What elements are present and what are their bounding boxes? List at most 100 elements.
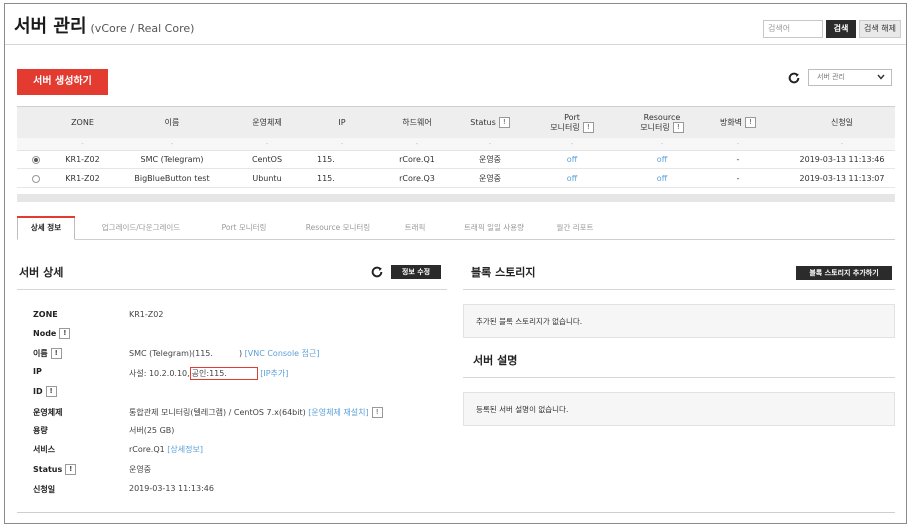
zone-label: ZONE [33,310,58,319]
ip-label: IP [33,367,42,376]
status-label: Status! [33,464,77,475]
help-icon[interactable]: ! [745,117,757,128]
os-reinstall-link[interactable]: [운영체제 재설치] [308,408,368,417]
help-icon[interactable]: ! [59,328,71,339]
clear-search-button[interactable]: 검색 해제 [859,20,901,38]
filter-cell[interactable]: - [387,138,447,150]
cell-resource-monitoring[interactable]: off [629,151,695,169]
col-resource-label: Resource [643,112,681,122]
tab-port-monitoring[interactable]: Port 모니터링 [209,217,279,239]
cell-ip: 115. [317,174,335,183]
table-scroll-band [17,194,895,202]
filter-cell[interactable]: - [713,138,763,150]
col-firewall[interactable]: 방화벽! [713,107,763,138]
help-icon[interactable]: ! [672,121,684,133]
service-detail-link[interactable]: [상세정보] [167,445,203,454]
col-port-monitoring[interactable]: Port 모니터링! [542,107,602,138]
tab-traffic[interactable]: 트래픽 [395,217,435,239]
filter-cell[interactable]: - [542,138,602,150]
table-header: ZONE 이름 운영체제 IP 하드웨어 Status! Port 모니터링! R… [17,107,895,138]
col-resource-monitoring[interactable]: Resource 모니터링! [629,107,695,138]
filter-cell[interactable]: - [464,138,516,150]
block-storage-title: 블록 스토리지 [471,266,536,279]
node-label-text: Node [33,329,57,338]
service-value: rCore.Q1 [상세정보] [129,444,203,455]
cell-status: 운영중 [478,174,502,183]
refresh-icon[interactable] [787,71,801,85]
row-radio[interactable] [32,175,40,183]
chevron-down-icon [877,74,885,80]
name-value-text: SMC (Telegram)(115. [129,349,213,358]
footer-divider [17,512,895,513]
tab-detail[interactable]: 상세 정보 [17,216,75,240]
cell-date: 2019-03-13 11:13:46 [799,155,885,164]
os-value-text: 통합관제 모니터링(텔레그램) / CentOS 7.x(64bit) [129,408,306,417]
help-icon[interactable]: ! [582,121,594,133]
cell-resource-monitoring[interactable]: off [629,170,695,188]
edit-info-button[interactable]: 정보 수정 [391,265,441,279]
help-icon[interactable]: ! [371,407,383,418]
vnc-console-link[interactable]: [VNC Console 접근] [245,349,320,358]
help-icon[interactable]: ! [45,386,57,397]
name-label: 이름! [33,348,62,359]
help-icon[interactable]: ! [498,117,510,128]
refresh-icon[interactable] [370,265,384,279]
cell-port-monitoring[interactable]: off [542,151,602,169]
col-hardware[interactable]: 하드웨어 [387,107,447,138]
table-filter-row: - - - - - - - - - - [17,138,895,151]
col-port-sub: 모니터링 [550,122,580,132]
server-detail-title: 서버 상세 [19,266,64,279]
help-icon[interactable]: ! [50,348,62,359]
table-row[interactable]: KR1-Z02 BigBlueButton test Ubuntu 115. r… [17,170,895,188]
search-input[interactable]: 검색어 [763,20,823,38]
status-value: 운영중 [129,465,152,474]
filter-cell[interactable]: - [317,138,367,150]
filter-cell[interactable]: - [127,138,217,150]
col-resource-sub: 모니터링 [640,122,670,132]
id-label: ID! [33,386,57,397]
tab-daily-traffic[interactable]: 트래픽 일일 사용량 [451,217,537,239]
ip-add-link[interactable]: [IP추가] [260,369,288,378]
filter-cell[interactable]: - [787,138,897,150]
create-server-button[interactable]: 서버 생성하기 [17,69,108,95]
col-status[interactable]: Status! [464,107,516,138]
col-ip[interactable]: IP [317,107,367,138]
service-label: 서비스 [33,445,56,454]
filter-cell[interactable]: - [55,138,110,150]
col-os[interactable]: 운영체제 [237,107,297,138]
status-label-text: Status [33,465,63,474]
server-description-title: 서버 설명 [473,354,518,367]
filter-cell[interactable]: - [237,138,297,150]
search-button[interactable]: 검색 [826,20,856,38]
table-row[interactable]: KR1-Z02 SMC (Telegram) CentOS 115. rCore… [17,151,895,169]
col-date[interactable]: 신청일 [787,107,897,138]
cell-firewall: - [736,155,740,164]
filter-cell[interactable]: - [629,138,695,150]
tabs-baseline [17,239,895,240]
add-block-storage-button[interactable]: 블록 스토리지 추가하기 [796,266,892,280]
cell-name: SMC (Telegram) [140,155,204,164]
zone-value: KR1-Z02 [129,310,164,319]
service-value-text: rCore.Q1 [129,445,165,454]
tab-resource-monitoring[interactable]: Resource 모니터링 [293,217,383,239]
cell-os: Ubuntu [252,174,282,183]
tab-upgrade[interactable]: 업그레이드/다운그레이드 [87,217,195,239]
cell-status: 운영중 [478,155,502,164]
id-label-text: ID [33,387,43,396]
col-zone[interactable]: ZONE [55,107,110,138]
page-subtitle: (vCore / Real Core) [90,22,195,35]
detail-divider [17,289,447,290]
tab-monthly-report[interactable]: 월간 리포트 [545,217,605,239]
cell-port-monitoring[interactable]: off [542,170,602,188]
capacity-label: 용량 [33,426,48,435]
cell-hardware: rCore.Q3 [399,174,435,183]
col-firewall-label: 방화벽 [719,118,743,127]
server-management-dropdown[interactable]: 서버 관리 [808,69,892,86]
help-icon[interactable]: ! [65,464,77,475]
cell-name: BigBlueButton test [134,174,210,183]
col-name[interactable]: 이름 [127,107,217,138]
block-storage-empty: 추가된 블록 스토리지가 없습니다. [463,304,895,338]
row-radio[interactable] [32,156,40,164]
server-description-empty: 등록된 서버 설명이 없습니다. [463,392,895,426]
dropdown-value: 서버 관리 [817,73,845,81]
